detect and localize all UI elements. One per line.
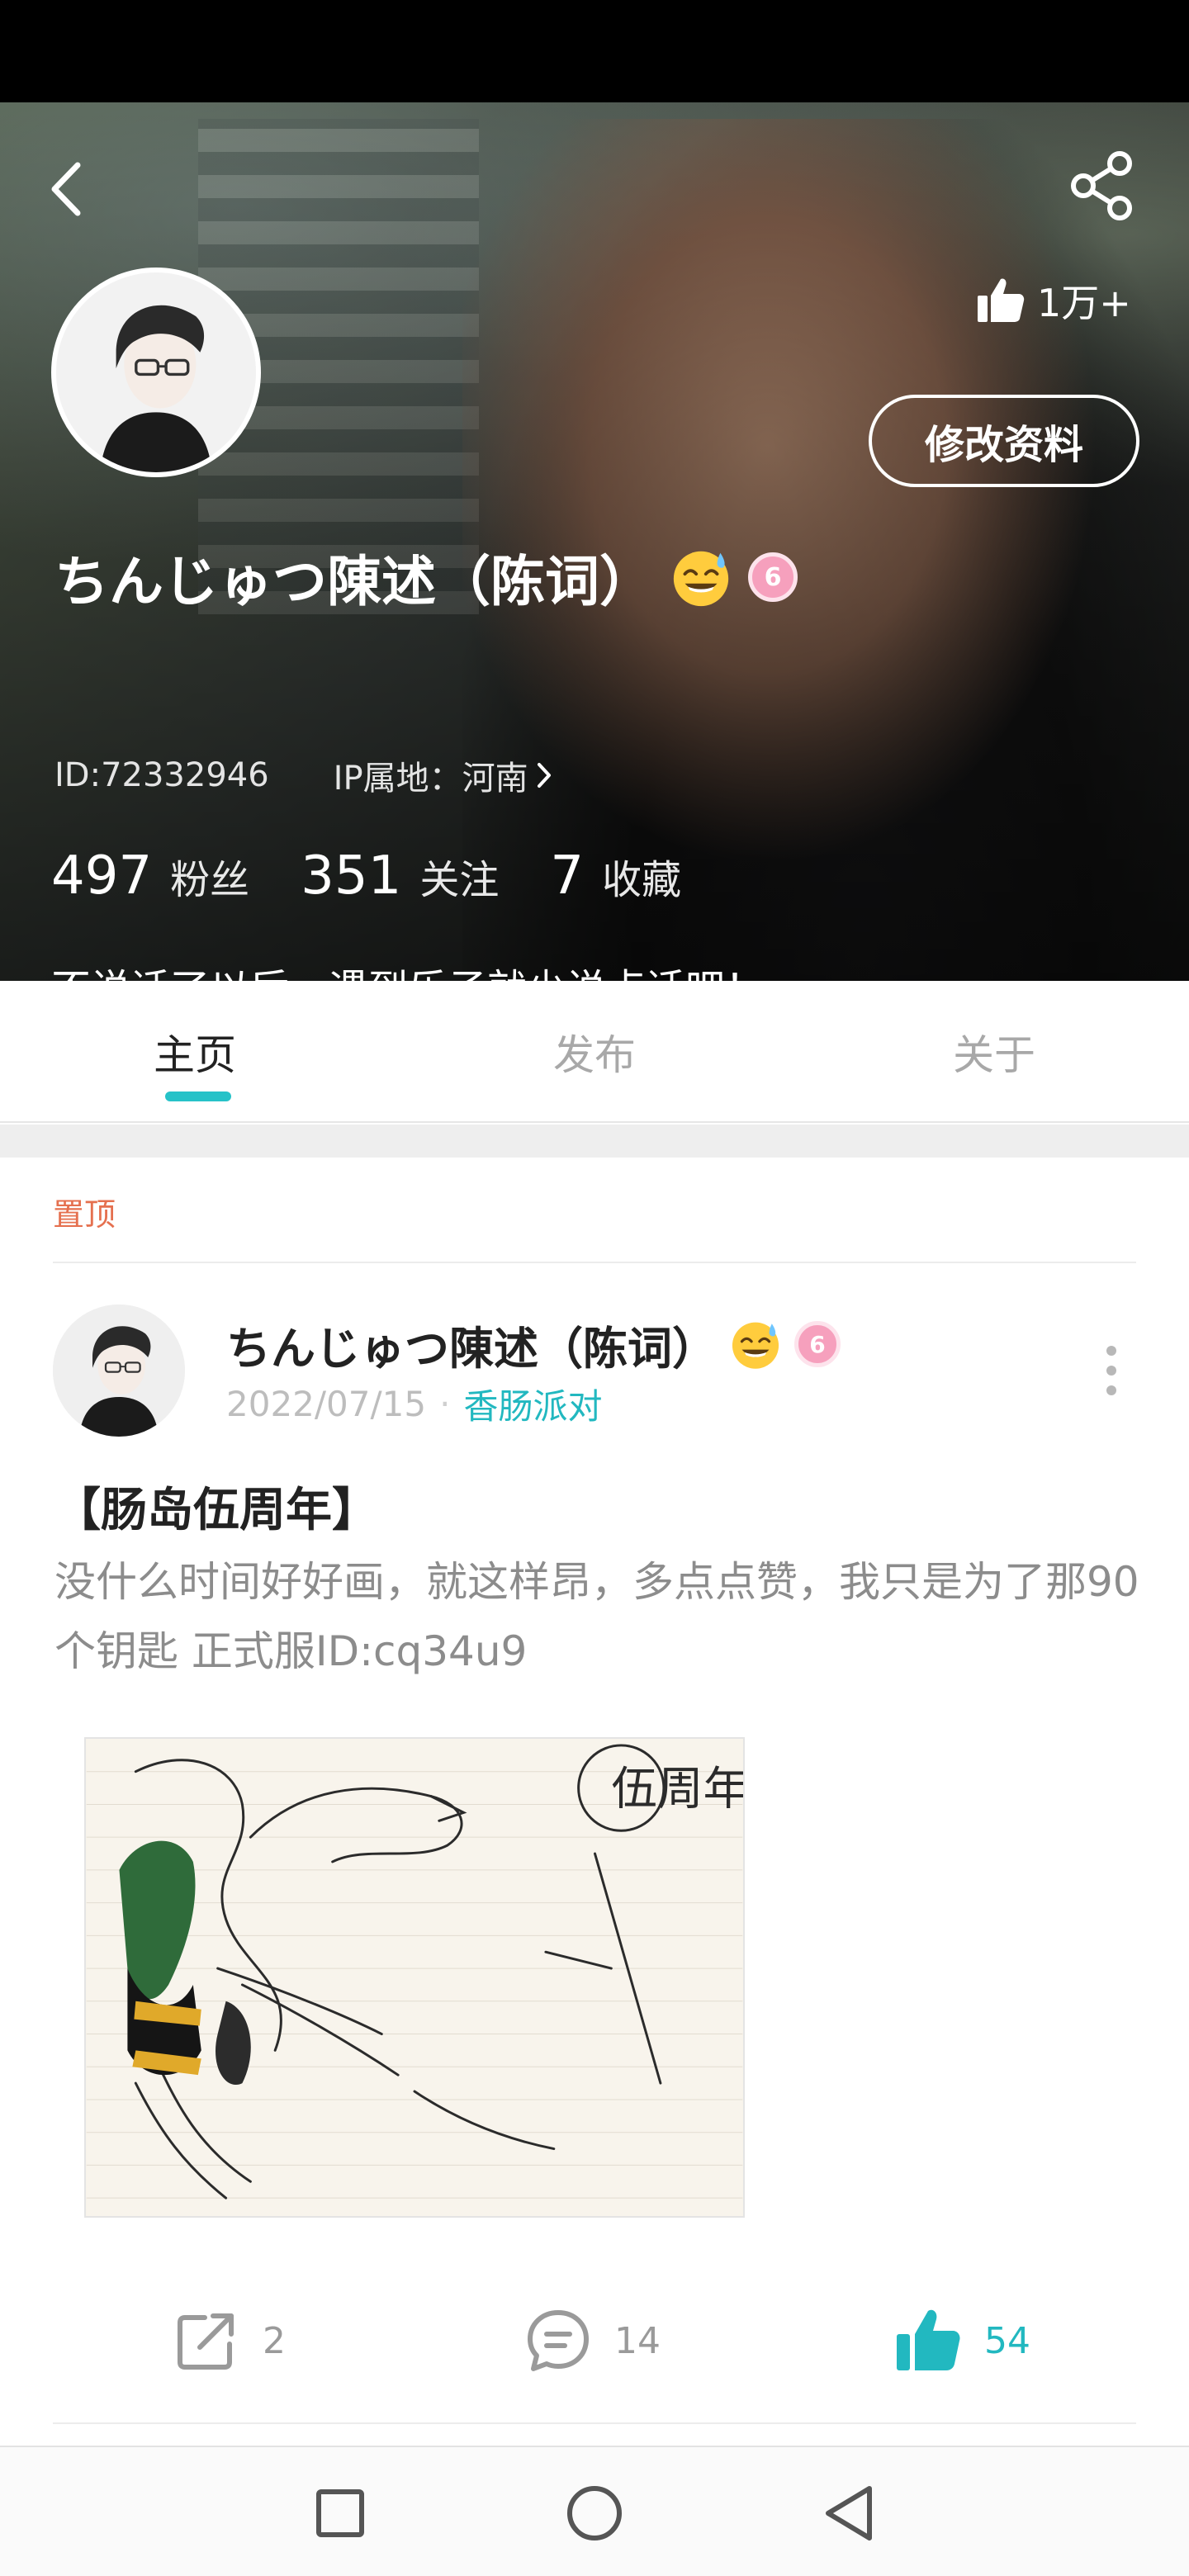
divider xyxy=(53,1262,1136,1263)
thumbs-up-icon xyxy=(897,2309,960,2370)
tab-home[interactable]: 主页 xyxy=(0,981,396,1123)
post-group-link[interactable]: 香肠派对 xyxy=(463,1379,602,1429)
system-nav-bar xyxy=(0,2446,1189,2576)
post-date: 2022/07/15 xyxy=(226,1383,427,1424)
share-button[interactable] xyxy=(1065,149,1139,223)
tab-about[interactable]: 关于 xyxy=(793,981,1189,1123)
section-divider xyxy=(0,1125,1189,1158)
ip-location[interactable]: IP属地：河南 xyxy=(334,751,553,799)
edit-profile-button[interactable]: 修改资料 xyxy=(869,395,1139,487)
post-meta: 2022/07/15 · 香肠派对 xyxy=(226,1379,602,1428)
level-badge: 6 xyxy=(748,552,798,602)
pinned-label: 置顶 xyxy=(53,1196,116,1233)
stat-following[interactable]: 351 关注 xyxy=(301,845,499,907)
stat-label: 收藏 xyxy=(602,857,682,903)
stat-number: 351 xyxy=(301,845,402,907)
post-author-name[interactable]: ちんじゅつ陳述（陈词） xyxy=(226,1312,717,1377)
post-image[interactable]: 伍周年快乐 xyxy=(84,1737,745,2218)
sweat-smile-emoji-icon xyxy=(673,551,729,607)
profile-username: ちんじゅつ陳述（陈词） xyxy=(54,550,654,613)
stat-followers[interactable]: 497 粉丝 xyxy=(51,845,249,907)
like-count: 54 xyxy=(984,2319,1030,2362)
meta-separator: · xyxy=(439,1383,451,1424)
profile-bio: 不说话了以后，遇到乐子就少说点话吧！ xyxy=(51,956,765,981)
stat-favorites[interactable]: 7 收藏 xyxy=(550,845,681,907)
ip-location-text: IP属地：河南 xyxy=(333,760,528,798)
profile-meta: ID:72332946 IP属地：河南 xyxy=(54,746,553,804)
share-icon xyxy=(1071,151,1132,220)
username-row: ちんじゅつ陳述（陈词） 6 xyxy=(54,532,798,623)
more-vertical-icon-dot xyxy=(1106,1385,1116,1395)
profile-tabs: 主页 发布 关于 xyxy=(0,981,1189,1123)
share-count: 2 xyxy=(263,2319,286,2362)
more-vertical-icon xyxy=(1106,1346,1116,1356)
circle-icon xyxy=(567,2486,622,2540)
share-action[interactable]: 2 xyxy=(172,2295,286,2386)
post-author-row: ちんじゅつ陳述（陈词） 6 xyxy=(226,1309,841,1379)
stat-number: 7 xyxy=(550,845,585,907)
square-icon xyxy=(316,2489,364,2537)
total-likes: 1万+ xyxy=(974,268,1131,334)
sweat-smile-emoji-icon xyxy=(732,1322,779,1369)
divider xyxy=(53,2422,1136,2424)
more-vertical-icon-dot xyxy=(1106,1366,1116,1376)
triangle-back-icon xyxy=(826,2486,872,2540)
level-badge: 6 xyxy=(794,1321,841,1367)
tab-posts[interactable]: 发布 xyxy=(396,981,793,1123)
sketch-caption: 伍周年快乐 xyxy=(611,1762,743,1816)
comment-icon xyxy=(528,2310,589,2371)
profile-stats: 497 粉丝 351 关注 7 收藏 xyxy=(51,845,732,928)
profile-header: 1万+ 修改资料 ちんじゅつ陳述（陈词） 6 ID:72332946 IP属地：… xyxy=(0,102,1189,981)
system-back-button[interactable] xyxy=(808,2472,890,2555)
likes-count: 1万+ xyxy=(1037,281,1131,325)
post-author-avatar[interactable] xyxy=(53,1305,185,1437)
sketch-drawing: 伍周年快乐 xyxy=(86,1739,743,2216)
post-title[interactable]: 【肠岛伍周年】 xyxy=(54,1473,378,1540)
chevron-right-icon xyxy=(537,763,551,788)
comment-count: 14 xyxy=(614,2319,661,2362)
post-actions: 2 14 54 xyxy=(0,2295,1189,2386)
thumbs-up-icon xyxy=(978,278,1025,322)
recent-apps-button[interactable] xyxy=(299,2472,381,2555)
home-button[interactable] xyxy=(553,2472,636,2555)
profile-avatar[interactable] xyxy=(51,268,261,477)
avatar-illustration xyxy=(56,272,256,472)
like-action[interactable]: 54 xyxy=(893,2295,1030,2386)
stat-label: 粉丝 xyxy=(170,857,250,903)
user-id: ID:72332946 xyxy=(54,756,269,794)
avatar-illustration xyxy=(53,1305,185,1437)
external-share-icon xyxy=(178,2313,234,2370)
post-body[interactable]: 没什么时间好好画，就这样昂，多点点赞，我只是为了那90个钥匙 正式服ID:cq3… xyxy=(54,1547,1144,1686)
status-bar xyxy=(0,0,1189,102)
more-options-button[interactable] xyxy=(1095,1338,1128,1404)
chevron-left-icon xyxy=(51,162,81,216)
back-button[interactable] xyxy=(48,152,97,226)
comment-action[interactable]: 14 xyxy=(523,2295,661,2386)
stat-label: 关注 xyxy=(419,857,500,903)
stat-number: 497 xyxy=(51,845,153,907)
